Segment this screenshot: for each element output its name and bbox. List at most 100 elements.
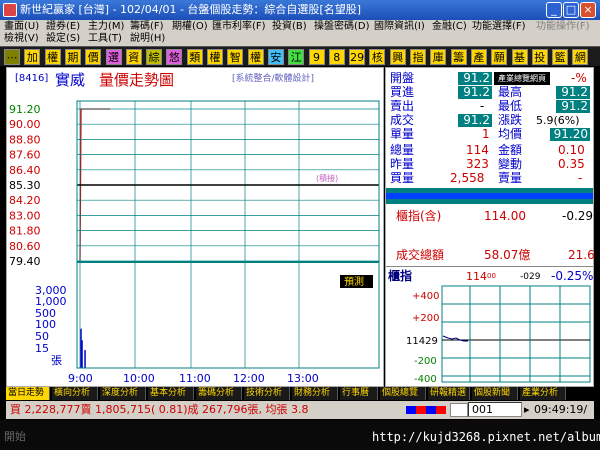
price-tick-label: 81.80	[9, 225, 41, 238]
toolbar-button[interactable]: 江	[288, 49, 305, 65]
toolbar-button[interactable]: 價	[85, 49, 102, 65]
menu-inspect[interactable]: 檢視(V)	[4, 33, 39, 45]
low-label: 最低	[498, 99, 523, 113]
menu-securities[interactable]: 證券(E)	[46, 21, 80, 33]
single-volume-label: 單量	[390, 127, 415, 141]
toolbar-button[interactable]: 選	[105, 49, 122, 65]
index-tick-1: +400	[412, 291, 439, 302]
open-label: 開盤	[390, 71, 415, 85]
toolbar-button[interactable]: 庫	[430, 49, 447, 65]
tab-8[interactable]: 個股總覽	[380, 387, 426, 400]
toolbar-button[interactable]: 加	[24, 49, 41, 65]
volume-tick-label: 3,000	[35, 284, 67, 297]
tab-2[interactable]: 深度分析	[100, 387, 146, 400]
index-chart: +400 +200 11429 -200 -400	[406, 285, 591, 385]
tab-1[interactable]: 橫向分析	[52, 387, 98, 400]
menu-view[interactable]: 畫面(U)	[4, 21, 39, 33]
code-input[interactable]: 001	[468, 402, 522, 417]
price-tick-label: 86.40	[9, 164, 41, 177]
minimize-button[interactable]: _	[546, 2, 562, 18]
tab-5[interactable]: 技術分析	[244, 387, 290, 400]
close-button[interactable]: ×	[580, 2, 596, 18]
menu-forex[interactable]: 匯市利率(F)	[212, 21, 266, 33]
menu-tools[interactable]: 工具(T)	[88, 33, 122, 45]
price-tick-label: 90.00	[9, 118, 41, 131]
ask-label: 賣出	[390, 99, 415, 113]
toolbar-button[interactable]: 籌	[450, 49, 467, 65]
menu-finance[interactable]: 金融(C)	[432, 21, 467, 33]
toolbar-button[interactable]: 指	[410, 49, 426, 65]
toolbar-button[interactable]: ⋯	[4, 49, 20, 65]
total-volume-value: 114	[466, 143, 489, 157]
menu-invest[interactable]: 投資(B)	[272, 21, 307, 33]
toolbar-button[interactable]: 願	[491, 49, 508, 65]
time-tick-label: 12:00	[233, 372, 265, 385]
volume-tick-label: 張	[51, 354, 62, 367]
toolbar-button[interactable]: 核	[369, 49, 386, 65]
forecast-button[interactable]: 預測	[344, 275, 364, 288]
toolbar-button[interactable]: 智	[227, 49, 244, 65]
counter-index-value: 114.00	[484, 209, 526, 223]
scroll-arrow[interactable]: ▸	[524, 401, 530, 419]
volume-tick-label: 50	[35, 330, 49, 343]
toolbar-button[interactable]: 29	[349, 49, 366, 65]
window-title: 新世紀贏家 [台灣] - 102/04/01 - 台盤個股走勢：綜合自選股[名望…	[20, 3, 361, 16]
bid-ask-bar	[386, 188, 593, 204]
toolbar-button[interactable]: 權	[44, 49, 61, 65]
toolbar-button[interactable]: 產	[470, 49, 487, 65]
chart-panel: 13:00 12:00 11:00 10:00 9:00 張 15 50 100 500 1,000…	[6, 67, 384, 387]
index-head-label: 櫃指	[388, 269, 413, 283]
menu-function-operate[interactable]: 功能操作(F)	[536, 21, 590, 33]
toolbar-button[interactable]: 基	[511, 49, 528, 65]
quote-panel: 開盤 91.2 產業總覽網頁 -% 買進 91.2 最高 91.2 賣出 - 最…	[385, 67, 595, 387]
toolbar-button[interactable]: 權	[207, 49, 223, 65]
toolbar-button[interactable]: 權	[247, 49, 264, 65]
tab-3[interactable]: 基本分析	[148, 387, 194, 400]
menu-trade-code[interactable]: 操盤密碼(D)	[314, 21, 370, 33]
tab-10[interactable]: 個股新聞	[472, 387, 518, 400]
tab-11[interactable]: 產業分析	[520, 387, 566, 400]
stock-code: [8416]	[15, 73, 48, 84]
high-label: 最高	[498, 85, 523, 99]
tab-4[interactable]: 籌碼分析	[196, 387, 242, 400]
toolbar-button[interactable]: 8	[328, 49, 345, 65]
toolbar-button[interactable]: 安	[267, 49, 284, 65]
index-tick-5: -400	[414, 374, 437, 385]
maximize-button[interactable]: □	[563, 2, 579, 18]
avg-price-value: 91.20	[550, 128, 590, 141]
index-head-change: -029	[520, 272, 541, 282]
index-head-int: 114	[466, 270, 487, 283]
toolbar-button[interactable]: 期	[64, 49, 81, 65]
toolbar-button[interactable]: 綜	[146, 49, 163, 65]
tab-7[interactable]: 行事曆	[340, 387, 378, 400]
start-button[interactable]: 開始	[4, 428, 26, 444]
tab-6[interactable]: 財務分析	[292, 387, 338, 400]
tab-0[interactable]: 當日走勢	[6, 387, 50, 400]
toolbar-button[interactable]: 興	[389, 49, 406, 65]
menu-options[interactable]: 期權(O)	[172, 21, 208, 33]
toolbar-button[interactable]: 悠	[166, 49, 183, 65]
indicator-box	[450, 403, 468, 417]
menu-function-select[interactable]: 功能選擇(F)	[472, 21, 526, 33]
price-tick-label: 84.20	[9, 194, 41, 207]
toolbar-button[interactable]: 網	[572, 49, 589, 65]
menu-settings[interactable]: 設定(S)	[46, 33, 80, 45]
menu-intl-info[interactable]: 國際資訊(I)	[374, 21, 425, 33]
time-tick-label: 10:00	[123, 372, 155, 385]
menu-main-force[interactable]: 主力(M)	[88, 21, 124, 33]
counter-index-change: -0.29	[562, 209, 594, 223]
index-tick-3: 11429	[406, 336, 438, 347]
toolbar-button[interactable]: 資	[125, 49, 142, 65]
toolbar-button[interactable]: 類	[186, 49, 203, 65]
tab-9[interactable]: 研報精選	[428, 387, 470, 400]
toolbar-button[interactable]: 籃	[552, 49, 569, 65]
volume-tick-label: 15	[35, 342, 49, 355]
total-turnover-value: 58.07億	[484, 248, 531, 262]
industry-popup[interactable]: 產業總覽網頁	[494, 72, 550, 85]
price-tick-label: 87.60	[9, 149, 41, 162]
menu-help[interactable]: 說明(H)	[130, 33, 165, 45]
price-tick-label: 83.00	[9, 209, 41, 222]
menu-chips[interactable]: 籌碼(F)	[130, 21, 164, 33]
toolbar-button[interactable]: 投	[531, 49, 548, 65]
toolbar-button[interactable]: 9	[308, 49, 325, 65]
